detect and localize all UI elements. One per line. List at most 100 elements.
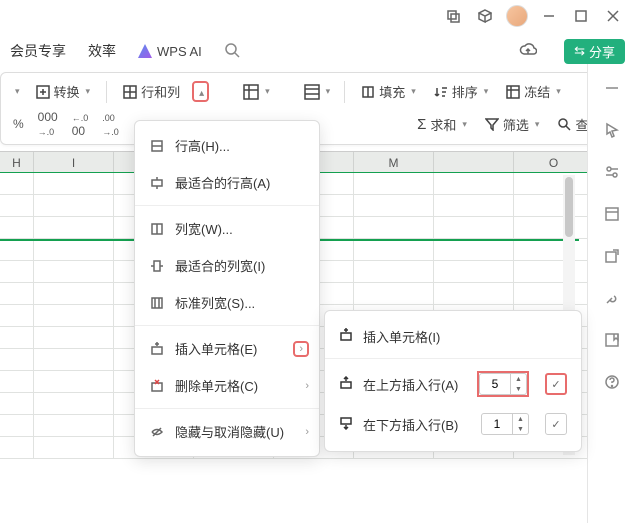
autofit-row-icon	[149, 175, 165, 191]
settings-icon[interactable]	[602, 162, 622, 182]
rows-cols-dropdown-highlighted[interactable]: ▴	[192, 81, 209, 102]
menu-label: 最适合的行高(A)	[175, 173, 270, 192]
right-sidebar	[587, 64, 635, 523]
rows-cols-label: 行和列	[141, 82, 180, 101]
share-icon: ⇆	[574, 43, 585, 59]
menu-autofit-col[interactable]: 最适合的列宽(I)	[135, 247, 319, 284]
insert-below-confirm[interactable]: ✓	[545, 413, 567, 435]
titlebar	[0, 0, 635, 32]
insert-above-confirm-highlighted[interactable]: ✓	[545, 373, 567, 395]
tabbar: 会员专享 效率 WPS AI ⇆分享	[0, 32, 635, 70]
wps-ai-label: WPS AI	[157, 44, 202, 59]
menu-row-height[interactable]: 行高(H)...	[135, 127, 319, 164]
menu-label: 插入单元格(E)	[175, 339, 257, 358]
table-style-icon[interactable]: ▾	[300, 81, 335, 103]
maximize-icon[interactable]	[567, 2, 595, 30]
col-header[interactable]: I	[34, 152, 114, 172]
restore-window-icon[interactable]	[439, 2, 467, 30]
step-down-icon[interactable]: ▼	[511, 384, 526, 394]
submenu-arrow-icon: ›	[305, 380, 309, 392]
delete-cells-icon	[149, 378, 165, 394]
col-header[interactable]: O	[514, 152, 594, 172]
insert-cells-submenu: 插入单元格(I) 在上方插入行(A) ▲▼ ✓ 在下方插入行(B) ▲▼ ✓	[324, 310, 582, 452]
percent-button[interactable]: %	[13, 117, 24, 131]
insert-below-icon	[339, 416, 353, 433]
col-width-icon	[149, 221, 165, 237]
decrease-decimal-button[interactable]: .00→.0	[102, 110, 119, 138]
std-width-icon	[149, 295, 165, 311]
row-height-icon	[149, 138, 165, 154]
submenu-insert-below[interactable]: 在下方插入行(B) ▲▼ ✓	[325, 405, 581, 443]
comma-style-button[interactable]: 000→.0	[38, 110, 58, 138]
col-header[interactable]: M	[354, 152, 434, 172]
submenu-insert-cells[interactable]: 插入单元格(I)	[325, 319, 581, 354]
autofit-col-icon	[149, 258, 165, 274]
bookmark-icon[interactable]	[602, 330, 622, 350]
cube-icon[interactable]	[471, 2, 499, 30]
layout-icon[interactable]	[602, 204, 622, 224]
filter-button[interactable]: 筛选▾	[479, 112, 546, 137]
menu-col-width[interactable]: 列宽(W)...	[135, 210, 319, 247]
share-label: 分享	[589, 42, 615, 61]
insert-below-count[interactable]: ▲▼	[481, 413, 529, 435]
worksheet-icon[interactable]: ▾	[239, 81, 274, 103]
convert-label: 转换	[54, 82, 80, 101]
step-up-icon[interactable]: ▲	[513, 414, 528, 424]
insert-above-input[interactable]	[479, 373, 511, 395]
wps-ai-button[interactable]: WPS AI	[138, 44, 202, 59]
fill-button[interactable]: 填充▾	[355, 79, 422, 104]
menu-label: 在上方插入行(A)	[363, 375, 467, 394]
menu-label: 行高(H)...	[175, 136, 230, 155]
menu-delete-cells[interactable]: 删除单元格(C) ›	[135, 367, 319, 404]
sum-label: 求和	[430, 115, 456, 134]
help-icon[interactable]	[602, 372, 622, 392]
col-header[interactable]: H	[0, 152, 34, 172]
tab-efficiency[interactable]: 效率	[88, 41, 116, 61]
menu-label: 插入单元格(I)	[363, 327, 440, 346]
tab-member[interactable]: 会员专享	[10, 41, 66, 61]
search-icon[interactable]	[224, 42, 240, 61]
menu-label: 最适合的列宽(I)	[175, 256, 265, 275]
pointer-icon[interactable]	[602, 120, 622, 140]
col-header[interactable]	[434, 152, 514, 172]
minimize-icon[interactable]	[535, 2, 563, 30]
dropdown-icon[interactable]: ▾	[9, 83, 24, 100]
submenu-arrow-highlighted: ›	[293, 341, 309, 357]
step-up-icon[interactable]: ▲	[511, 374, 526, 384]
menu-autofit-row[interactable]: 最适合的行高(A)	[135, 164, 319, 201]
minus-icon[interactable]	[602, 78, 622, 98]
rows-cols-button[interactable]: 行和列	[117, 79, 186, 104]
sort-label: 排序	[452, 82, 478, 101]
menu-insert-cells[interactable]: 插入单元格(E) ›	[135, 330, 319, 367]
submenu-arrow-icon: ›	[305, 426, 309, 438]
insert-above-count-highlighted[interactable]: ▲▼	[477, 371, 529, 397]
menu-label: 隐藏与取消隐藏(U)	[175, 422, 284, 441]
insert-cells-icon	[339, 328, 353, 345]
extract-icon[interactable]	[602, 246, 622, 266]
share-button[interactable]: ⇆分享	[564, 39, 625, 64]
increase-decimal-button[interactable]: ←.000	[72, 110, 89, 138]
menu-label: 在下方插入行(B)	[363, 415, 471, 434]
menu-hide-unhide[interactable]: 隐藏与取消隐藏(U) ›	[135, 413, 319, 450]
avatar[interactable]	[503, 2, 531, 30]
rows-cidth-menu: 行高(H)... 最适合的行高(A) 列宽(W)... 最适合的列宽(I) 标准…	[134, 120, 320, 457]
freeze-button[interactable]: 冻结▾	[500, 79, 567, 104]
filter-label: 筛选	[503, 115, 529, 134]
menu-std-width[interactable]: 标准列宽(S)...	[135, 284, 319, 321]
freeze-label: 冻结	[524, 82, 550, 101]
close-icon[interactable]	[599, 2, 627, 30]
insert-below-input[interactable]	[481, 413, 513, 435]
submenu-insert-above[interactable]: 在上方插入行(A) ▲▼ ✓	[325, 363, 581, 405]
cloud-upload-icon[interactable]	[514, 37, 542, 65]
menu-label: 标准列宽(S)...	[175, 293, 255, 312]
sum-button[interactable]: Σ求和▾	[411, 112, 473, 137]
step-down-icon[interactable]: ▼	[513, 424, 528, 434]
fill-label: 填充	[379, 82, 405, 101]
menu-label: 删除单元格(C)	[175, 376, 258, 395]
convert-button[interactable]: 转换▾	[30, 79, 97, 104]
insert-cells-icon	[149, 341, 165, 357]
tools-icon[interactable]	[602, 288, 622, 308]
insert-above-icon	[339, 376, 353, 393]
hide-icon	[149, 424, 165, 440]
sort-button[interactable]: 排序▾	[428, 79, 495, 104]
